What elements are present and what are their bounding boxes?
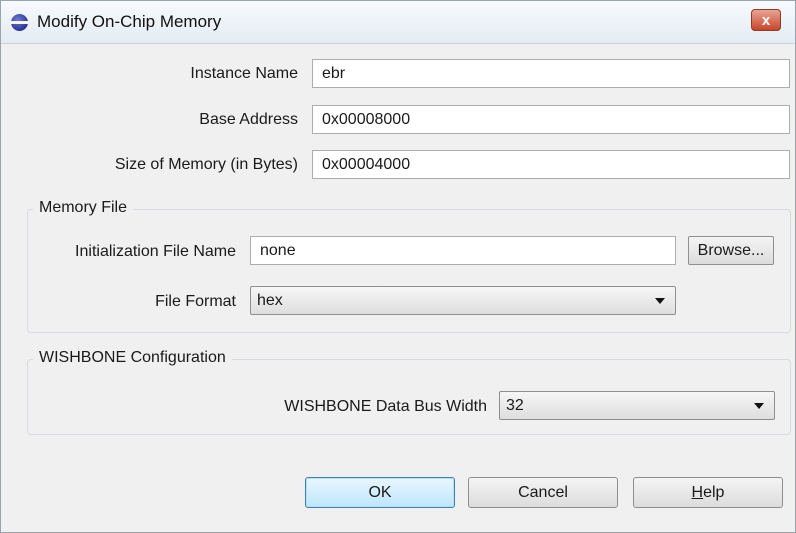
title-bar: Modify On-Chip Memory x (1, 1, 795, 44)
memory-size-label: Size of Memory (in Bytes) (114, 156, 298, 173)
file-format-select[interactable]: hex (250, 286, 676, 315)
file-format-label: File Format (155, 293, 236, 310)
help-button-label: elp (703, 484, 725, 501)
close-button[interactable]: x (751, 9, 781, 31)
base-address-label: Base Address (199, 111, 298, 128)
close-icon: x (761, 12, 771, 29)
help-button-mnemonic: H (691, 484, 704, 501)
instance-name-label: Instance Name (190, 65, 298, 82)
file-format-value: hex (257, 292, 283, 309)
ok-button[interactable]: OK (305, 477, 455, 508)
init-file-input[interactable]: none (250, 236, 676, 265)
memory-file-group-title: Memory File (33, 199, 134, 217)
init-file-label: Initialization File Name (75, 243, 236, 260)
modify-on-chip-memory-dialog: Modify On-Chip Memory x Instance Name eb… (0, 0, 796, 533)
bus-width-value: 32 (506, 397, 524, 414)
cancel-button[interactable]: Cancel (468, 477, 618, 508)
help-button[interactable]: Help (633, 477, 783, 508)
browse-button[interactable]: Browse... (688, 236, 774, 265)
eclipse-icon (10, 14, 29, 31)
chevron-down-icon (655, 298, 665, 304)
base-address-input[interactable]: 0x00008000 (312, 105, 790, 134)
memory-size-input[interactable]: 0x00004000 (312, 150, 790, 179)
window-title: Modify On-Chip Memory (37, 12, 222, 31)
bus-width-label: WISHBONE Data Bus Width (284, 398, 487, 415)
bus-width-select[interactable]: 32 (499, 391, 775, 420)
wishbone-config-group-title: WISHBONE Configuration (33, 349, 232, 367)
chevron-down-icon (754, 403, 764, 409)
instance-name-input[interactable]: ebr (312, 59, 790, 88)
